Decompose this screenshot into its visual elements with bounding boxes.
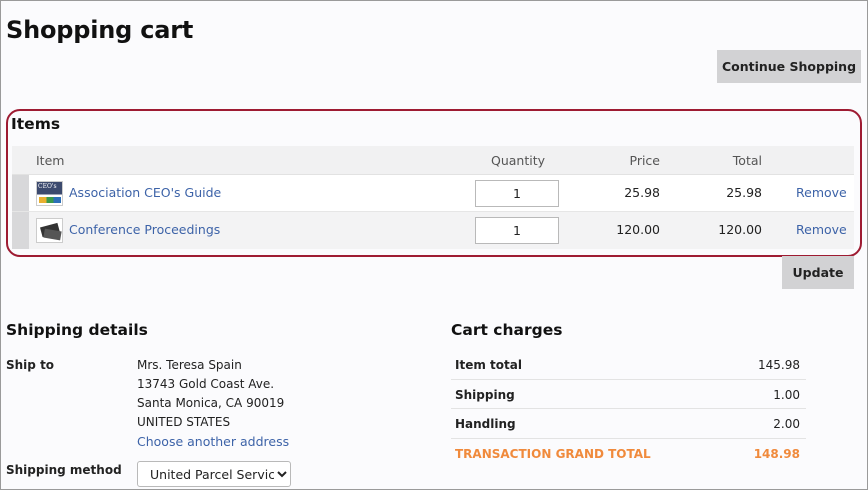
shipping-method-select[interactable]: United Parcel Service	[137, 461, 291, 487]
choose-address-link[interactable]: Choose another address	[137, 434, 289, 449]
update-button[interactable]: Update	[782, 256, 854, 289]
charge-value: 145.98	[758, 358, 800, 372]
charge-row-shipping: Shipping 1.00	[451, 380, 806, 409]
item-total: 25.98	[726, 185, 762, 200]
header-quantity: Quantity	[491, 153, 546, 168]
book-cover-icon[interactable]: CEO's	[36, 181, 63, 206]
charge-label: Shipping	[455, 387, 515, 402]
item-total: 120.00	[718, 222, 762, 237]
address-line-country: UNITED STATES	[137, 415, 231, 429]
row-gutter	[12, 212, 29, 249]
remove-link[interactable]: Remove	[796, 185, 847, 200]
shipping-details-title: Shipping details	[6, 321, 148, 339]
page-title: Shopping cart	[6, 16, 194, 44]
cart-charges-table: Item total 145.98 Shipping 1.00 Handling…	[451, 350, 806, 468]
header-price: Price	[629, 153, 661, 168]
charge-value: 2.00	[773, 417, 800, 431]
item-link[interactable]: Conference Proceedings	[69, 222, 220, 237]
thumb-text: CEO's	[38, 183, 57, 190]
ship-to-label: Ship to	[6, 358, 55, 372]
continue-shopping-button[interactable]: Continue Shopping	[717, 50, 861, 83]
item-price: 25.98	[624, 185, 660, 200]
quantity-input[interactable]	[475, 180, 559, 207]
address-line-name: Mrs. Teresa Spain	[137, 358, 242, 372]
grand-total-value: 148.98	[753, 446, 800, 461]
quantity-input[interactable]	[475, 217, 559, 244]
charge-row-handling: Handling 2.00	[451, 409, 806, 439]
address-line-street: 13743 Gold Coast Ave.	[137, 377, 275, 391]
charge-label: Item total	[455, 358, 522, 372]
items-table-header: Item Quantity Price Total	[12, 146, 854, 175]
grand-total-label: TRANSACTION GRAND TOTAL	[455, 446, 651, 461]
row-gutter	[12, 175, 29, 211]
cards-icon[interactable]	[36, 218, 63, 243]
charge-label: Handling	[455, 417, 516, 431]
address-line-city: Santa Monica, CA 90019	[137, 396, 285, 410]
remove-link[interactable]: Remove	[796, 222, 847, 237]
item-price: 120.00	[616, 222, 660, 237]
charge-row-item-total: Item total 145.98	[451, 350, 806, 380]
header-item: Item	[36, 153, 65, 168]
items-title: Items	[11, 115, 61, 133]
table-row: Conference Proceedings 120.00 120.00 Rem…	[12, 212, 854, 249]
header-total: Total	[732, 153, 762, 168]
cart-charges-title: Cart charges	[451, 321, 563, 339]
charge-value: 1.00	[773, 387, 800, 402]
table-row: CEO's Association CEO's Guide 25.98 25.9…	[12, 175, 854, 212]
shipping-method-label: Shipping method	[6, 463, 122, 477]
item-link[interactable]: Association CEO's Guide	[69, 185, 221, 200]
charge-row-grand-total: TRANSACTION GRAND TOTAL 148.98	[451, 439, 806, 469]
